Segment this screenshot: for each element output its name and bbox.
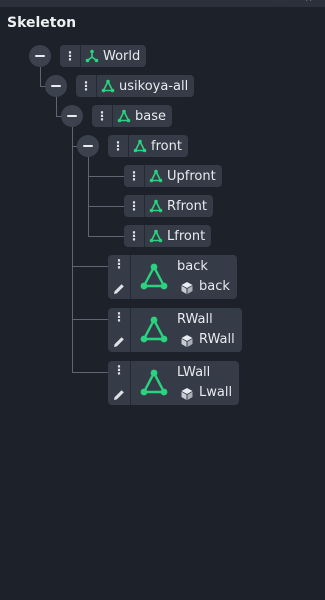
pencil-icon[interactable] xyxy=(112,334,126,348)
pencil-icon[interactable] xyxy=(112,281,126,295)
node-menu-button[interactable]: ⋮ xyxy=(124,225,145,247)
bone-node-lwall[interactable]: ⋮ LWall Lwall xyxy=(108,361,239,405)
bone-node-back[interactable]: ⋮ back back xyxy=(108,255,237,299)
bone-node-world[interactable]: ⋮ World xyxy=(60,45,147,67)
node-menu-button[interactable]: ⋮ xyxy=(108,363,130,377)
bone-node-rwall[interactable]: ⋮ RWall RWall xyxy=(108,308,242,352)
tree-connector xyxy=(72,319,108,320)
tree-connector xyxy=(72,266,108,267)
node-menu-button[interactable]: ⋮ xyxy=(60,45,81,67)
panel-title: Skeleton xyxy=(7,15,77,31)
mesh-icon xyxy=(180,280,194,294)
node-menu-button[interactable]: ⋮ xyxy=(108,135,129,157)
collapse-icon[interactable]: ‹‹ xyxy=(276,0,283,4)
mesh-icon xyxy=(180,386,194,400)
bone-icon xyxy=(147,229,165,243)
node-label: World xyxy=(103,48,141,64)
bone-node-lfront[interactable]: ⋮ Lfront xyxy=(124,225,212,247)
bone-node-base[interactable]: ⋮ base xyxy=(92,105,172,127)
bone-node-rfront[interactable]: ⋮ Rfront xyxy=(124,195,213,217)
card-sidebar: ⋮ xyxy=(108,361,131,405)
node-label: usikoya-all xyxy=(119,78,189,94)
tree-connector xyxy=(88,176,124,177)
mesh-label: back xyxy=(199,279,230,294)
node-menu-button[interactable]: ⋮ xyxy=(92,105,113,127)
collapse-toggle-front[interactable] xyxy=(77,135,99,157)
node-menu-button[interactable]: ⋮ xyxy=(108,310,130,324)
bone-icon xyxy=(115,109,133,123)
node-label: Upfront xyxy=(167,168,216,184)
node-menu-button[interactable]: ⋮ xyxy=(124,165,145,187)
bone-icon xyxy=(139,368,169,398)
root-bone-icon xyxy=(83,49,101,63)
tree-connector xyxy=(88,236,124,237)
node-menu-button[interactable]: ⋮ xyxy=(108,257,130,271)
mesh-label: RWall xyxy=(199,332,235,347)
tree-connector xyxy=(72,127,73,372)
bone-node-usikoya-all[interactable]: ⋮ usikoya-all xyxy=(76,75,195,97)
mesh-label: Lwall xyxy=(199,385,233,400)
collapse-toggle-world[interactable] xyxy=(29,45,51,67)
bone-icon xyxy=(139,262,169,292)
tree-connector xyxy=(72,372,108,373)
card-sidebar: ⋮ xyxy=(108,255,131,299)
node-label: Rfront xyxy=(167,198,207,214)
node-label: RWall xyxy=(177,312,213,327)
bone-icon xyxy=(139,315,169,345)
node-label: front xyxy=(151,138,182,154)
node-label: LWall xyxy=(177,365,211,380)
collapse-toggle-usikoya-all[interactable] xyxy=(45,75,67,97)
collapse-toggle-base[interactable] xyxy=(61,105,83,127)
window-topbar: ‹‹ × xyxy=(0,0,325,7)
tree-connector xyxy=(40,67,41,87)
bone-icon xyxy=(99,79,117,93)
node-label: back xyxy=(177,259,208,274)
tree-connector xyxy=(88,157,89,237)
bone-icon xyxy=(147,199,165,213)
bone-node-upfront[interactable]: ⋮ Upfront xyxy=(124,165,222,187)
close-icon[interactable]: × xyxy=(305,0,313,4)
node-menu-button[interactable]: ⋮ xyxy=(124,195,145,217)
bone-node-front[interactable]: ⋮ front xyxy=(108,135,188,157)
tree-connector xyxy=(56,97,57,117)
node-label: Lfront xyxy=(167,228,206,244)
card-sidebar: ⋮ xyxy=(108,308,131,352)
node-label: base xyxy=(135,108,166,124)
pencil-icon[interactable] xyxy=(112,387,126,401)
mesh-icon xyxy=(180,333,194,347)
bone-icon xyxy=(147,169,165,183)
tree-connector xyxy=(88,206,124,207)
node-menu-button[interactable]: ⋮ xyxy=(76,75,97,97)
bone-icon xyxy=(131,139,149,153)
